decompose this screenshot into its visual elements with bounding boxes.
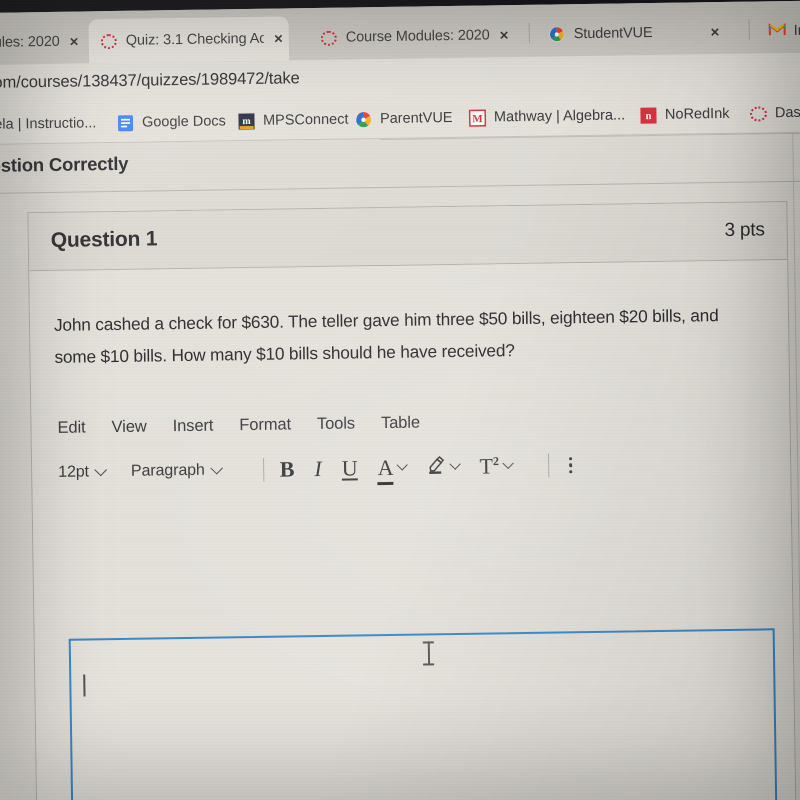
svg-text:n: n [645,111,651,122]
kebab-menu-icon [568,456,573,474]
question-title: Question 1 [50,227,158,252]
bookmark-item-parentvue[interactable]: ParentVUE [355,106,453,131]
browser-tab-4[interactable]: Inb [756,8,800,53]
tab-close-button[interactable]: × [70,33,79,50]
tab-separator [528,22,530,43]
chevron-down-icon [396,459,409,471]
block-format-value: Paragraph [130,461,205,480]
font-size-value: 12pt [58,463,90,481]
bookmark-label: Google Docs [141,113,226,131]
menu-edit[interactable]: Edit [57,418,85,437]
url-input[interactable]: om/courses/138437/quizzes/1989472/take [0,69,300,93]
block-format-select[interactable]: Paragraph [130,461,223,480]
bookmark-label: NoRedInk [664,105,730,123]
svg-text:m: m [242,115,251,126]
menu-table[interactable]: Table [381,414,420,434]
question-text: John cashed a check for $630. The teller… [53,305,719,367]
highlight-color-button[interactable] [426,454,462,480]
browser-tab-2[interactable]: Course Modules: 2020 × [308,13,529,60]
underline-button[interactable]: U [342,455,358,481]
svg-text:M: M [472,113,483,125]
tab-title: StudentVUE [573,25,653,43]
canvas-quiz-page: estion Correctly Question 1 3 pts John c… [0,132,800,800]
browser-window: dules: 2020 × Quiz: 3.1 Checking Acc × C… [0,0,800,800]
question-points: 3 pts [724,219,765,241]
chevron-down-icon [449,458,462,470]
ibeam-mouse-cursor [423,641,434,666]
rich-content-editor: Edit View Insert Format Tools Table 12pt [53,408,768,486]
canvas-icon [320,30,337,46]
bookmark-item-dashboard[interactable]: Das [749,101,800,126]
text-caret [83,674,86,697]
bold-icon: B [279,456,295,482]
highlighter-icon [426,454,446,480]
chevron-down-icon [209,461,223,475]
tab-close-button[interactable]: × [710,24,719,41]
question-card: Question 1 3 pts John cashed a check for… [27,201,797,800]
text-color-button[interactable]: A [377,454,409,481]
editor-menu-bar: Edit View Insert Format Tools Table [53,408,767,438]
canvas-icon [749,105,768,122]
underline-icon: U [341,455,358,481]
bookmark-item-sela[interactable]: sela | Instructio... [0,111,97,137]
mathway-icon: M [468,108,487,127]
tab-title: Inb [793,22,800,39]
chevron-down-icon [94,463,107,476]
tab-close-button[interactable]: × [500,27,509,44]
italic-button[interactable]: I [314,456,322,482]
bookmark-label: ParentVUE [379,109,453,128]
answer-text-editor[interactable] [68,628,780,800]
tab-title: Course Modules: 2020 [345,27,490,46]
tab-title: Quiz: 3.1 Checking Acc [125,30,265,49]
bookmark-item-noredink[interactable]: n NoRedInk [640,102,730,127]
menu-tools[interactable]: Tools [317,414,355,434]
bookmark-label: sela | Instructio... [0,115,97,133]
menu-view[interactable]: View [111,418,146,438]
bookmark-label: MPSConnect [262,111,349,129]
superscript-button[interactable]: T2 [479,453,514,479]
question-body: John cashed a check for $630. The teller… [29,260,796,800]
header-divider [0,180,800,194]
toolbar-divider [547,453,550,478]
text-color-icon: A [377,454,394,481]
font-size-select[interactable]: 12pt [58,463,107,482]
tab-separator [748,19,750,40]
browser-tab-0[interactable]: dules: 2020 × [0,19,89,65]
tab-close-button[interactable]: × [274,30,283,47]
menu-insert[interactable]: Insert [173,417,214,437]
editor-toolbar: 12pt Paragraph B I U A T2 [54,449,768,486]
page-title: estion Correctly [0,152,129,176]
bookmark-label: Mathway | Algebra... [493,107,626,126]
photo-of-screen: dules: 2020 × Quiz: 3.1 Checking Acc × C… [0,0,800,800]
parentvue-icon [355,111,372,128]
more-options-button[interactable] [565,456,573,474]
canvas-icon [100,33,117,49]
chevron-down-icon [502,457,514,470]
noredink-icon: n [640,106,657,124]
gmail-icon [768,23,786,39]
superscript-base: T [479,453,494,479]
browser-tab-1[interactable]: Quiz: 3.1 Checking Acc × [88,16,290,64]
bookmark-item-mathway[interactable]: M Mathway | Algebra... [468,103,626,129]
google-docs-icon [117,114,134,131]
bookmark-item-mpsconnect[interactable]: m MPSConnect [238,108,349,134]
mpsconnect-icon: m [238,112,255,130]
menu-format[interactable]: Format [239,415,291,435]
bookmark-item-google-docs[interactable]: Google Docs [117,109,226,135]
browser-tab-3[interactable]: StudentVUE × [536,10,747,57]
superscript-icon: T2 [479,453,499,479]
bold-button[interactable]: B [280,456,295,482]
studentvue-icon [549,26,565,42]
toolbar-divider [262,457,264,482]
superscript-exponent: 2 [492,454,500,469]
bookmark-label: Das [774,104,800,122]
italic-icon: I [314,455,322,482]
tab-title: dules: 2020 [0,33,60,51]
